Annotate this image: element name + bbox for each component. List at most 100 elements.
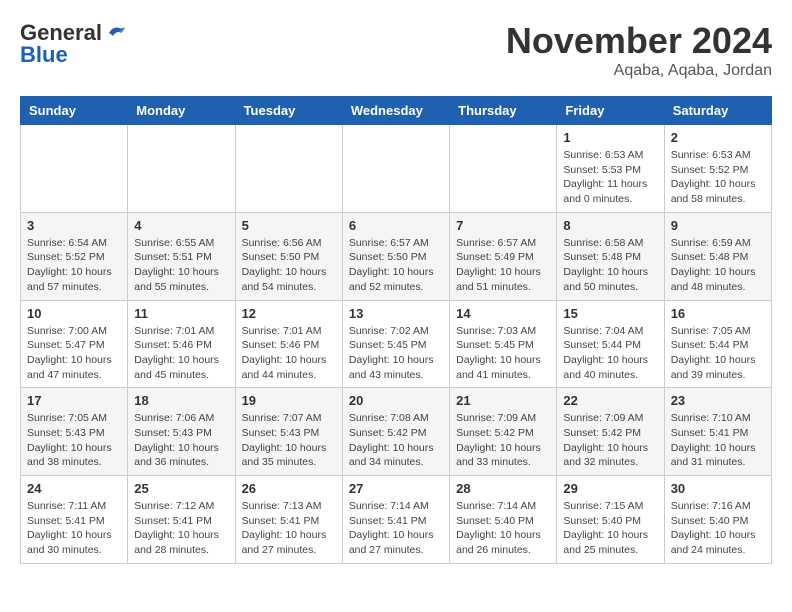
day-info: Sunrise: 6:55 AM Sunset: 5:51 PM Dayligh… bbox=[134, 236, 228, 295]
calendar-cell: 9 Sunrise: 6:59 AM Sunset: 5:48 PM Daylig… bbox=[664, 212, 771, 300]
calendar-cell: 8 Sunrise: 6:58 AM Sunset: 5:48 PM Daylig… bbox=[557, 212, 664, 300]
weekday-header-wednesday: Wednesday bbox=[342, 97, 449, 125]
page-header: General Blue November 2024 Aqaba, Aqaba,… bbox=[20, 20, 772, 80]
day-info: Sunrise: 6:57 AM Sunset: 5:49 PM Dayligh… bbox=[456, 236, 550, 295]
day-number: 8 bbox=[563, 218, 657, 233]
calendar-cell: 7 Sunrise: 6:57 AM Sunset: 5:49 PM Daylig… bbox=[450, 212, 557, 300]
calendar-cell: 4 Sunrise: 6:55 AM Sunset: 5:51 PM Daylig… bbox=[128, 212, 235, 300]
day-info: Sunrise: 7:09 AM Sunset: 5:42 PM Dayligh… bbox=[456, 411, 550, 470]
calendar-cell: 2 Sunrise: 6:53 AM Sunset: 5:52 PM Daylig… bbox=[664, 125, 771, 213]
calendar-cell: 20 Sunrise: 7:08 AM Sunset: 5:42 PM Dayli… bbox=[342, 388, 449, 476]
day-number: 23 bbox=[671, 393, 765, 408]
day-info: Sunrise: 7:13 AM Sunset: 5:41 PM Dayligh… bbox=[242, 499, 336, 558]
day-number: 7 bbox=[456, 218, 550, 233]
day-info: Sunrise: 7:01 AM Sunset: 5:46 PM Dayligh… bbox=[242, 324, 336, 383]
day-number: 25 bbox=[134, 481, 228, 496]
day-number: 18 bbox=[134, 393, 228, 408]
calendar-cell: 22 Sunrise: 7:09 AM Sunset: 5:42 PM Dayli… bbox=[557, 388, 664, 476]
day-number: 22 bbox=[563, 393, 657, 408]
day-info: Sunrise: 7:04 AM Sunset: 5:44 PM Dayligh… bbox=[563, 324, 657, 383]
calendar-cell: 5 Sunrise: 6:56 AM Sunset: 5:50 PM Daylig… bbox=[235, 212, 342, 300]
calendar-cell bbox=[450, 125, 557, 213]
day-info: Sunrise: 7:14 AM Sunset: 5:41 PM Dayligh… bbox=[349, 499, 443, 558]
day-info: Sunrise: 6:53 AM Sunset: 5:52 PM Dayligh… bbox=[671, 148, 765, 207]
day-info: Sunrise: 7:11 AM Sunset: 5:41 PM Dayligh… bbox=[27, 499, 121, 558]
calendar-table: SundayMondayTuesdayWednesdayThursdayFrid… bbox=[20, 96, 772, 564]
day-info: Sunrise: 7:00 AM Sunset: 5:47 PM Dayligh… bbox=[27, 324, 121, 383]
day-number: 15 bbox=[563, 306, 657, 321]
day-info: Sunrise: 6:56 AM Sunset: 5:50 PM Dayligh… bbox=[242, 236, 336, 295]
calendar-cell: 10 Sunrise: 7:00 AM Sunset: 5:47 PM Dayli… bbox=[21, 300, 128, 388]
logo-blue-text: Blue bbox=[20, 42, 68, 68]
title-block: November 2024 Aqaba, Aqaba, Jordan bbox=[506, 20, 772, 80]
calendar-cell: 26 Sunrise: 7:13 AM Sunset: 5:41 PM Dayli… bbox=[235, 476, 342, 564]
day-number: 10 bbox=[27, 306, 121, 321]
calendar-cell bbox=[21, 125, 128, 213]
day-number: 16 bbox=[671, 306, 765, 321]
day-info: Sunrise: 6:54 AM Sunset: 5:52 PM Dayligh… bbox=[27, 236, 121, 295]
calendar-cell: 12Sunrise: 7:01 AM Sunset: 5:46 PM Dayli… bbox=[235, 300, 342, 388]
calendar-cell: 16 Sunrise: 7:05 AM Sunset: 5:44 PM Dayli… bbox=[664, 300, 771, 388]
calendar-cell: 14Sunrise: 7:03 AM Sunset: 5:45 PM Dayli… bbox=[450, 300, 557, 388]
calendar-header-row: SundayMondayTuesdayWednesdayThursdayFrid… bbox=[21, 97, 772, 125]
calendar-cell: 28Sunrise: 7:14 AM Sunset: 5:40 PM Dayli… bbox=[450, 476, 557, 564]
day-info: Sunrise: 7:08 AM Sunset: 5:42 PM Dayligh… bbox=[349, 411, 443, 470]
day-info: Sunrise: 7:12 AM Sunset: 5:41 PM Dayligh… bbox=[134, 499, 228, 558]
day-info: Sunrise: 7:01 AM Sunset: 5:46 PM Dayligh… bbox=[134, 324, 228, 383]
weekday-header-tuesday: Tuesday bbox=[235, 97, 342, 125]
calendar-cell: 24 Sunrise: 7:11 AM Sunset: 5:41 PM Dayli… bbox=[21, 476, 128, 564]
day-number: 21 bbox=[456, 393, 550, 408]
day-number: 5 bbox=[242, 218, 336, 233]
day-info: Sunrise: 6:58 AM Sunset: 5:48 PM Dayligh… bbox=[563, 236, 657, 295]
logo: General Blue bbox=[20, 20, 127, 68]
day-info: Sunrise: 7:15 AM Sunset: 5:40 PM Dayligh… bbox=[563, 499, 657, 558]
day-number: 20 bbox=[349, 393, 443, 408]
day-info: Sunrise: 7:02 AM Sunset: 5:45 PM Dayligh… bbox=[349, 324, 443, 383]
day-info: Sunrise: 6:59 AM Sunset: 5:48 PM Dayligh… bbox=[671, 236, 765, 295]
weekday-header-friday: Friday bbox=[557, 97, 664, 125]
day-number: 24 bbox=[27, 481, 121, 496]
weekday-header-sunday: Sunday bbox=[21, 97, 128, 125]
calendar-cell: 21 Sunrise: 7:09 AM Sunset: 5:42 PM Dayli… bbox=[450, 388, 557, 476]
day-number: 30 bbox=[671, 481, 765, 496]
calendar-cell: 6 Sunrise: 6:57 AM Sunset: 5:50 PM Daylig… bbox=[342, 212, 449, 300]
day-info: Sunrise: 7:07 AM Sunset: 5:43 PM Dayligh… bbox=[242, 411, 336, 470]
calendar-cell: 29 Sunrise: 7:15 AM Sunset: 5:40 PM Dayli… bbox=[557, 476, 664, 564]
calendar-cell: 23 Sunrise: 7:10 AM Sunset: 5:41 PM Dayli… bbox=[664, 388, 771, 476]
day-number: 2 bbox=[671, 130, 765, 145]
day-number: 14 bbox=[456, 306, 550, 321]
day-info: Sunrise: 7:06 AM Sunset: 5:43 PM Dayligh… bbox=[134, 411, 228, 470]
day-info: Sunrise: 6:57 AM Sunset: 5:50 PM Dayligh… bbox=[349, 236, 443, 295]
calendar-cell bbox=[235, 125, 342, 213]
weekday-header-thursday: Thursday bbox=[450, 97, 557, 125]
calendar-cell bbox=[128, 125, 235, 213]
calendar-cell: 25 Sunrise: 7:12 AM Sunset: 5:41 PM Dayli… bbox=[128, 476, 235, 564]
day-number: 29 bbox=[563, 481, 657, 496]
calendar-week-1: 1Sunrise: 6:53 AM Sunset: 5:53 PM Daylig… bbox=[21, 125, 772, 213]
calendar-cell: 13Sunrise: 7:02 AM Sunset: 5:45 PM Dayli… bbox=[342, 300, 449, 388]
day-number: 26 bbox=[242, 481, 336, 496]
calendar-cell: 19 Sunrise: 7:07 AM Sunset: 5:43 PM Dayli… bbox=[235, 388, 342, 476]
day-number: 9 bbox=[671, 218, 765, 233]
calendar-cell: 15 Sunrise: 7:04 AM Sunset: 5:44 PM Dayli… bbox=[557, 300, 664, 388]
day-number: 27 bbox=[349, 481, 443, 496]
calendar-cell: 11 Sunrise: 7:01 AM Sunset: 5:46 PM Dayli… bbox=[128, 300, 235, 388]
day-number: 4 bbox=[134, 218, 228, 233]
calendar-cell: 17 Sunrise: 7:05 AM Sunset: 5:43 PM Dayli… bbox=[21, 388, 128, 476]
day-info: Sunrise: 7:14 AM Sunset: 5:40 PM Dayligh… bbox=[456, 499, 550, 558]
day-info: Sunrise: 7:05 AM Sunset: 5:44 PM Dayligh… bbox=[671, 324, 765, 383]
day-number: 19 bbox=[242, 393, 336, 408]
day-info: Sunrise: 7:10 AM Sunset: 5:41 PM Dayligh… bbox=[671, 411, 765, 470]
day-number: 6 bbox=[349, 218, 443, 233]
weekday-header-saturday: Saturday bbox=[664, 97, 771, 125]
day-info: Sunrise: 7:09 AM Sunset: 5:42 PM Dayligh… bbox=[563, 411, 657, 470]
calendar-week-4: 17 Sunrise: 7:05 AM Sunset: 5:43 PM Dayli… bbox=[21, 388, 772, 476]
day-number: 17 bbox=[27, 393, 121, 408]
day-number: 11 bbox=[134, 306, 228, 321]
day-info: Sunrise: 7:16 AM Sunset: 5:40 PM Dayligh… bbox=[671, 499, 765, 558]
day-info: Sunrise: 7:05 AM Sunset: 5:43 PM Dayligh… bbox=[27, 411, 121, 470]
calendar-cell bbox=[342, 125, 449, 213]
calendar-cell: 27 Sunrise: 7:14 AM Sunset: 5:41 PM Dayli… bbox=[342, 476, 449, 564]
calendar-week-2: 3Sunrise: 6:54 AM Sunset: 5:52 PM Daylig… bbox=[21, 212, 772, 300]
location: Aqaba, Aqaba, Jordan bbox=[506, 62, 772, 80]
